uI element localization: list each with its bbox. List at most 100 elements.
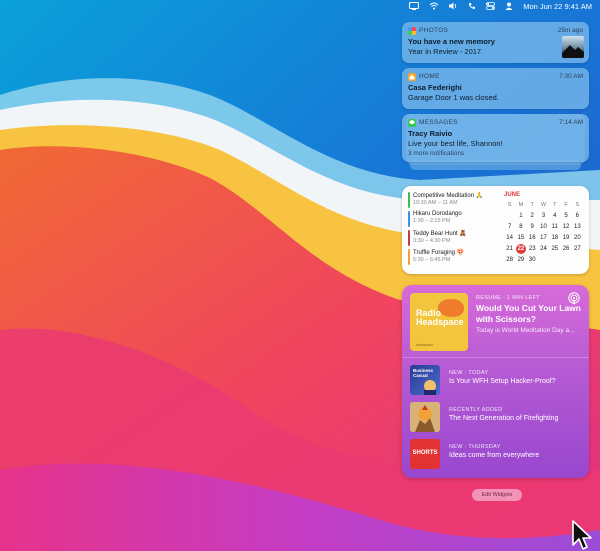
calendar-day[interactable]: 29: [515, 255, 526, 265]
event-color-bar: [408, 211, 410, 227]
calendar-event[interactable]: Truffle Foraging 🍄 5:30 – 6:45 PM: [408, 249, 500, 265]
calendar-event[interactable]: Teddy Bear Hunt 🧸 3:30 – 4:30 PM: [408, 230, 500, 246]
calendar-day[interactable]: 20: [572, 233, 583, 243]
podcast-episode-title: Ideas come from everywhere: [449, 452, 540, 459]
calendar-day[interactable]: 27: [572, 244, 583, 254]
calendar-month-view: JUNE S M T W T F S 1 2 3 4 5 6 7 8 9 10 11 12 13 14 15 16 17 18 1…: [500, 192, 583, 268]
notification-body: Garage Door 1 was closed.: [408, 93, 499, 102]
podcast-artwork-title: Radio Headspace: [416, 308, 464, 327]
volume-icon[interactable]: [449, 1, 458, 11]
podcast-episode-row[interactable]: Business Casual NEW · TODAY Is Your WFH …: [410, 365, 581, 395]
calendar-day-today[interactable]: 22: [515, 244, 526, 254]
month-name: JUNE: [504, 192, 521, 198]
notification-app-name: MESSAGES: [419, 119, 458, 126]
calendar-day[interactable]: 18: [549, 233, 560, 243]
calendar-day[interactable]: 25: [549, 244, 560, 254]
calendar-events-list: Competitive Meditation 🙏 10:30 AM – 11 A…: [408, 192, 500, 268]
calendar-day[interactable]: 21: [504, 244, 515, 254]
calendar-day[interactable]: 10: [538, 222, 549, 232]
weekday-header: F: [564, 202, 568, 208]
event-color-bar: [408, 230, 410, 246]
today-marker: 22: [515, 244, 526, 254]
calendar-day[interactable]: 13: [572, 222, 583, 232]
calendar-event[interactable]: Competitive Meditation 🙏 10:30 AM – 11 A…: [408, 192, 500, 208]
podcast-thumbnail: [410, 402, 440, 432]
notification-title: Tracy Raivio: [408, 129, 453, 138]
calendar-day[interactable]: 23: [527, 244, 538, 254]
calendar-day[interactable]: 14: [504, 233, 515, 243]
menubar-clock[interactable]: Mon Jun 22 9:41 AM: [523, 2, 592, 11]
notification-photos[interactable]: PHOTOS 25m ago You have a new memory Yea…: [402, 22, 589, 63]
user-icon[interactable]: [505, 1, 513, 11]
notification-time: 7:30 AM: [559, 73, 583, 80]
event-color-bar: [408, 192, 410, 208]
podcast-artwork-footer: headspace: [416, 343, 434, 347]
podcast-status-label: RESUME · 1 MIN LEFT: [476, 295, 540, 301]
event-title: Hikaru Dorodango: [413, 211, 462, 217]
podcast-now-playing[interactable]: Radio Headspace headspace RESUME · 1 MIN…: [410, 292, 581, 355]
calendar-day[interactable]: 6: [572, 211, 583, 221]
calendar-widget[interactable]: Competitive Meditation 🙏 10:30 AM – 11 A…: [402, 186, 589, 274]
weekday-header: W: [540, 202, 547, 208]
calendar-event[interactable]: Hikaru Dorodango 1:30 – 2:15 PM: [408, 211, 500, 227]
photos-app-icon: [408, 26, 416, 35]
calendar-day[interactable]: 1: [515, 211, 526, 221]
calendar-day[interactable]: 8: [515, 222, 526, 232]
podcast-episode-row[interactable]: SHORTS NEW · THURSDAY Ideas come from ev…: [410, 439, 581, 469]
notification-time: 25m ago: [557, 27, 583, 34]
notification-body: Year in Review - 2017: [408, 47, 482, 56]
calendar-day[interactable]: 5: [560, 211, 571, 221]
event-time: 5:30 – 6:45 PM: [413, 257, 451, 263]
podcast-thumbnail: Business Casual: [410, 365, 440, 395]
notification-home[interactable]: HOME 7:30 AM Casa Federighi Garage Door …: [402, 68, 589, 109]
podcasts-icon: [567, 292, 581, 306]
weekday-header: S: [507, 202, 512, 208]
podcast-episode-label: NEW · TODAY: [449, 370, 489, 376]
podcasts-widget[interactable]: Radio Headspace headspace RESUME · 1 MIN…: [402, 285, 589, 478]
notification-messages[interactable]: MESSAGES 7:14 AM Tracy Raivio Live your …: [402, 114, 589, 162]
event-time: 1:30 – 2:15 PM: [413, 218, 451, 224]
event-title: Truffle Foraging 🍄: [413, 250, 465, 256]
event-color-bar: [408, 249, 410, 265]
weekday-header: M: [518, 202, 524, 208]
calendar-day[interactable]: 16: [527, 233, 538, 243]
calendar-day[interactable]: 15: [515, 233, 526, 243]
calendar-day[interactable]: 3: [538, 211, 549, 221]
weekday-header: S: [575, 202, 580, 208]
podcast-artwork: Radio Headspace headspace: [410, 293, 468, 351]
podcast-episode-title: Would You Cut Your Lawn with Scissors?: [476, 303, 581, 324]
calendar-day[interactable]: 17: [538, 233, 549, 243]
calendar-day[interactable]: 30: [527, 255, 538, 265]
podcast-episode-label: NEW · THURSDAY: [449, 444, 501, 450]
podcast-thumbnail: SHORTS: [410, 439, 440, 469]
calendar-day-empty: [504, 211, 515, 221]
calendar-day[interactable]: 2: [527, 211, 538, 221]
calendar-day[interactable]: 12: [560, 222, 571, 232]
event-time: 10:30 AM – 11 AM: [413, 200, 458, 206]
wifi-icon[interactable]: [429, 1, 439, 11]
edit-widgets-button[interactable]: Edit Widgets: [472, 489, 522, 501]
calendar-day[interactable]: 7: [504, 222, 515, 232]
podcast-episode-row[interactable]: RECENTLY ADDED The Next Generation of Fi…: [410, 402, 581, 432]
notification-app-name: HOME: [419, 73, 440, 80]
calendar-day[interactable]: 28: [504, 255, 515, 265]
calendar-day-empty: [572, 255, 583, 265]
calendar-day[interactable]: 19: [560, 233, 571, 243]
calendar-day-empty: [549, 255, 560, 265]
calendar-day[interactable]: 4: [549, 211, 560, 221]
phone-icon[interactable]: [468, 1, 476, 11]
notification-body: Live your best life, Shannon!: [408, 139, 503, 148]
calendar-day[interactable]: 11: [549, 222, 560, 232]
calendar-day[interactable]: 9: [527, 222, 538, 232]
podcast-episode-title: Is Your WFH Setup Hacker-Proof?: [449, 378, 556, 385]
display-icon[interactable]: [409, 1, 420, 11]
control-center-icon[interactable]: [486, 1, 496, 11]
more-notifications-label[interactable]: 3 more notifications: [408, 150, 583, 157]
calendar-day[interactable]: 24: [538, 244, 549, 254]
calendar-day[interactable]: 26: [560, 244, 571, 254]
messages-app-icon: [408, 118, 416, 127]
event-time: 3:30 – 4:30 PM: [413, 238, 451, 244]
calendar-day-empty: [538, 255, 549, 265]
menu-bar: Mon Jun 22 9:41 AM: [0, 0, 600, 12]
notification-title: Casa Federighi: [408, 83, 462, 92]
